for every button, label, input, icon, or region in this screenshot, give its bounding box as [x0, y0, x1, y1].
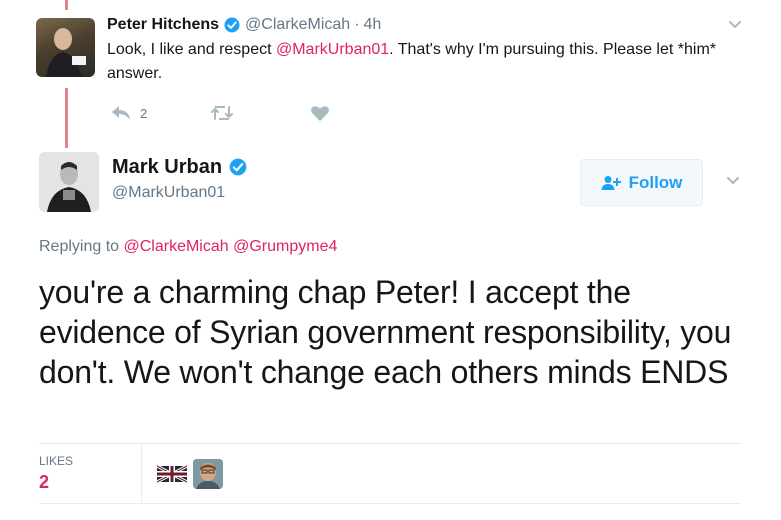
- tweet-header: Peter Hitchens @ClarkeMicah · 4h: [107, 14, 747, 36]
- thread-line: [65, 0, 68, 10]
- author-name[interactable]: Mark Urban: [112, 154, 222, 180]
- heart-icon: [311, 106, 329, 121]
- divider: [141, 444, 142, 502]
- follow-label: Follow: [628, 172, 683, 192]
- reply-button[interactable]: 2: [110, 104, 210, 122]
- chevron-down-icon[interactable]: [728, 20, 742, 30]
- author-name[interactable]: Peter Hitchens: [107, 14, 219, 36]
- chevron-down-icon[interactable]: [726, 176, 740, 186]
- retweet-icon: [211, 106, 233, 120]
- likes-count[interactable]: 2: [39, 472, 49, 493]
- replying-prefix: Replying to: [39, 238, 124, 255]
- avatar-photo: [46, 28, 86, 77]
- like-button[interactable]: [310, 104, 330, 122]
- divider: [39, 503, 741, 504]
- author-name-row: Mark Urban: [112, 154, 252, 180]
- liker-avatar[interactable]: [157, 459, 187, 489]
- add-user-icon: [601, 175, 621, 190]
- author-handle[interactable]: @ClarkeMicah: [245, 14, 350, 36]
- timestamp[interactable]: 4h: [364, 14, 382, 36]
- verified-badge-icon: [229, 158, 247, 176]
- verified-badge-icon: [224, 17, 240, 33]
- reply-count: 2: [140, 105, 148, 121]
- author-handle[interactable]: @MarkUrban01: [112, 182, 252, 204]
- union-flag-avatar: [157, 459, 187, 489]
- tweet-text: you're a charming chap Peter! I accept t…: [39, 274, 732, 390]
- reply-icon: [112, 106, 130, 120]
- follow-button[interactable]: Follow: [580, 159, 703, 206]
- avatar[interactable]: [36, 18, 95, 77]
- avatar-photo: [39, 152, 99, 212]
- tweet-text: Look, I like and respect @MarkUrban01. T…: [107, 38, 727, 86]
- avatar-photo: [193, 459, 223, 489]
- thread-line: [65, 88, 68, 148]
- likes-label: LIKES: [39, 454, 74, 468]
- reply-tweet: Peter Hitchens @ClarkeMicah · 4h Look, I…: [107, 14, 747, 86]
- tweet-text-part: Look, I like and respect: [107, 41, 276, 58]
- mention-link[interactable]: @MarkUrban01: [276, 41, 389, 58]
- retweet-button[interactable]: [210, 104, 310, 122]
- tweet-actions: 2: [110, 104, 330, 122]
- liker-avatar[interactable]: [193, 459, 223, 489]
- replying-to: Replying to @ClarkeMicah @Grumpyme4: [39, 238, 337, 256]
- separator-dot: ·: [354, 16, 360, 33]
- tweet-header: Mark Urban @MarkUrban01: [112, 154, 252, 204]
- divider: [39, 443, 741, 444]
- avatar[interactable]: [39, 152, 99, 212]
- replying-to-mentions[interactable]: @ClarkeMicah @Grumpyme4: [124, 238, 338, 255]
